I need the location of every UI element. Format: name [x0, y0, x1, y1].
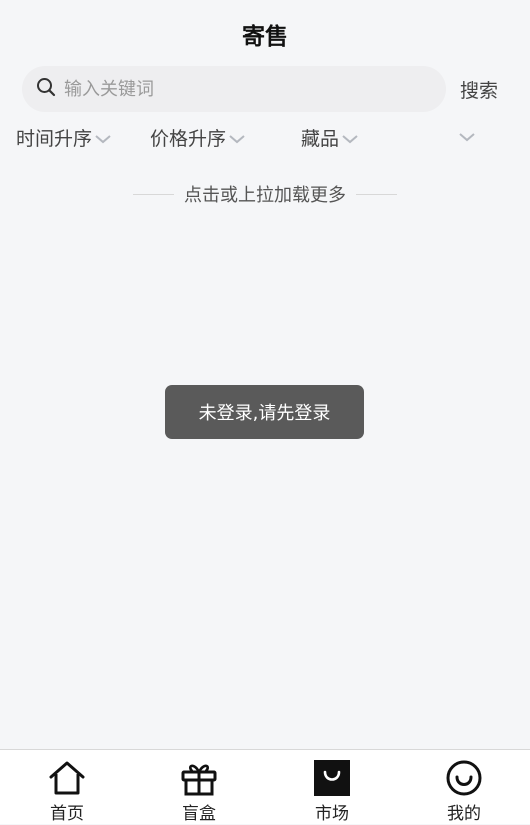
filter-bar: 时间升序 价格升序 藏品 [0, 124, 530, 156]
toast: 未登录,请先登录 [165, 385, 364, 439]
filter-label: 时间升序 [16, 128, 93, 150]
tab-label: 盲盒 [182, 804, 216, 824]
filter-collection[interactable]: 藏品 [301, 124, 359, 151]
gift-box-icon [180, 758, 218, 798]
filter-more[interactable] [456, 124, 476, 148]
filter-time-sort[interactable]: 时间升序 [16, 124, 112, 151]
divider [356, 193, 397, 195]
search-input[interactable] [62, 77, 426, 101]
home-icon [48, 758, 86, 798]
tab-market[interactable]: 市场 [287, 750, 377, 825]
filter-label: 价格升序 [150, 128, 227, 150]
tab-bar: 首页 盲盒 市场 我的 [0, 749, 530, 824]
chevron-down-icon [341, 128, 359, 150]
chevron-down-icon [94, 128, 112, 150]
search-row: 搜索 [22, 66, 510, 112]
search-button[interactable]: 搜索 [460, 76, 498, 103]
tab-mine[interactable]: 我的 [419, 750, 509, 825]
chevron-down-icon [458, 126, 476, 148]
load-more[interactable]: 点击或上拉加载更多 [133, 180, 397, 208]
tab-blind-box[interactable]: 盲盒 [154, 750, 244, 825]
tab-label: 市场 [315, 804, 349, 824]
chevron-down-icon [228, 128, 246, 150]
load-more-text: 点击或上拉加载更多 [184, 185, 346, 206]
header: 寄售 [0, 0, 530, 66]
search-icon [36, 77, 56, 101]
shopping-bag-icon [314, 758, 350, 798]
page-title: 寄售 [242, 24, 288, 50]
toast-message: 未登录,请先登录 [198, 403, 331, 424]
search-box[interactable] [22, 66, 446, 112]
smiley-icon [445, 758, 483, 798]
tab-label: 首页 [50, 804, 84, 824]
tab-label: 我的 [447, 804, 481, 824]
divider [133, 193, 174, 195]
tab-home[interactable]: 首页 [22, 750, 112, 825]
filter-price-sort[interactable]: 价格升序 [150, 124, 246, 151]
filter-label: 藏品 [301, 128, 340, 150]
